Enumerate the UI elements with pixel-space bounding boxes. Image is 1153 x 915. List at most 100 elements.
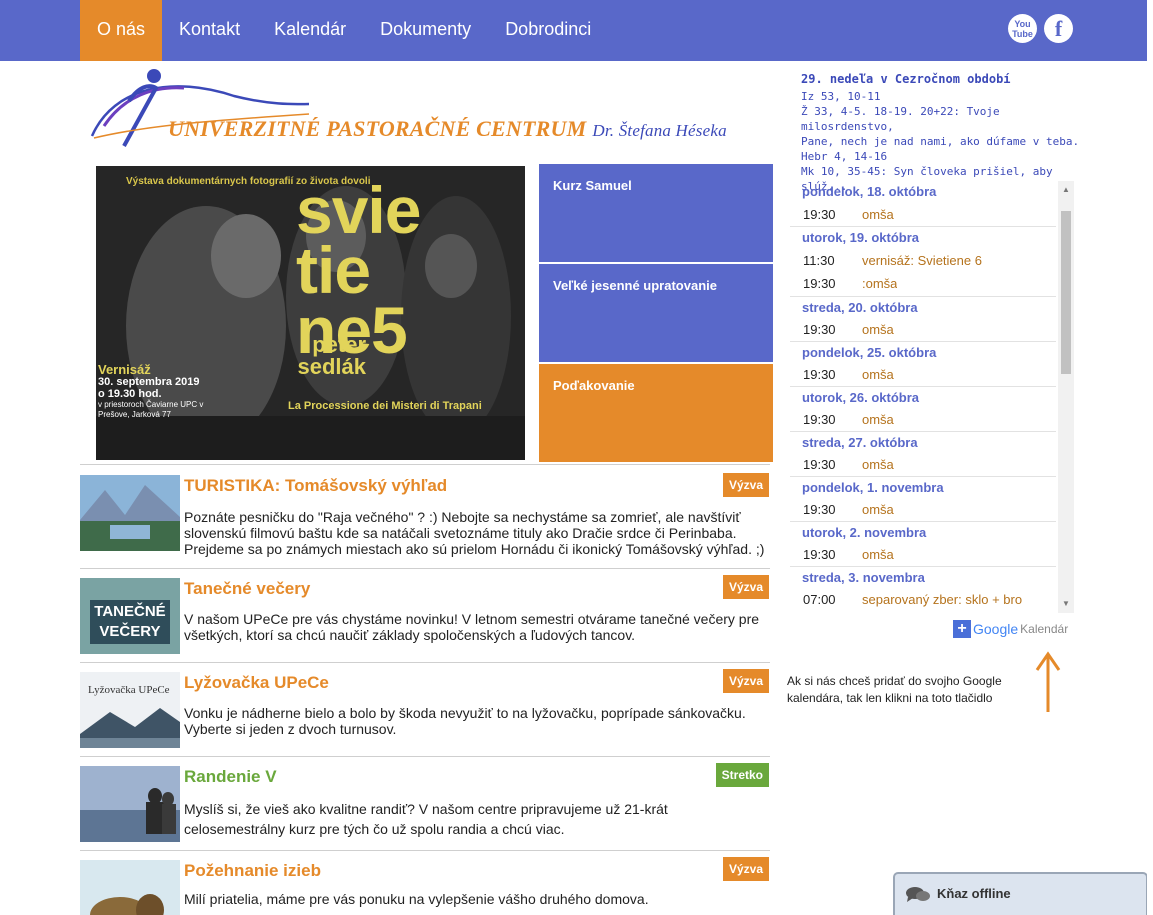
event-name: vernisáž: Svietiene 6 (862, 253, 982, 268)
event-name: omša (862, 547, 894, 562)
chat-status-label: Kňaz offline (937, 886, 1011, 901)
logo-subtitle: Dr. Štefana Héseka (592, 121, 727, 140)
article-badge[interactable]: Výzva (722, 473, 769, 497)
event-time: 19:30 (803, 412, 836, 427)
google-calendar-button[interactable]: + Google Kalendár (953, 619, 1068, 639)
youtube-icon[interactable]: You Tube (1008, 14, 1037, 43)
calendar-list: pondelok, 18. októbra 19:30 omša utorok, … (790, 181, 1056, 611)
exhibition-poster[interactable]: Výstava dokumentárnych fotografií zo živ… (96, 166, 525, 460)
poster-vernisaz-label: Vernisáž (98, 362, 151, 377)
scroll-up-arrow-icon[interactable]: ▲ (1058, 183, 1074, 197)
site-logo[interactable]: Univerzitné Pastoračné Centrum Dr. Štefan… (84, 66, 727, 156)
google-label: Google (973, 621, 1019, 637)
chat-bubbles-icon (906, 887, 930, 902)
event-time: 07:00 (803, 592, 836, 607)
article-item: Randenie V Stretko Myslíš si, že vieš ak… (80, 756, 770, 850)
couple-at-sea-image (80, 766, 180, 842)
article-badge[interactable]: Výzva (722, 857, 769, 881)
event-name: omša (862, 367, 894, 382)
event-name: omša (862, 412, 894, 427)
article-item: TANEČNÉ VEČERY Tanečné večery Výzva V na… (80, 568, 770, 662)
logo-title: Univerzitné Pastoračné Centrum (168, 116, 587, 141)
nav-item-kontakt[interactable]: Kontakt (162, 0, 257, 61)
event-time: 19:30 (803, 547, 836, 562)
kalendar-label: Kalendár (1020, 622, 1069, 636)
calendar-event[interactable]: 19:30 omša (790, 454, 1056, 476)
article-badge[interactable]: Výzva (722, 575, 769, 599)
calendar-event[interactable]: 19:30 omša (790, 409, 1056, 431)
page-right-edge (1147, 0, 1153, 915)
nav-item-dobrodinci[interactable]: Dobrodinci (488, 0, 608, 61)
mountain-lake-image (80, 475, 180, 551)
poster-subtitle: La Processione dei Misteri di Trapani (288, 400, 482, 412)
page: O nás Kontakt Kalendár Dokumenty Dobrodi… (0, 0, 1153, 915)
calendar-event[interactable]: 19:30 omša (790, 319, 1056, 341)
calendar-event[interactable]: 19:30 omša (790, 204, 1056, 226)
calendar-event[interactable]: 07:00 separovaný zber: sklo + bro (790, 589, 1056, 611)
article-title[interactable]: Požehnanie izieb (184, 861, 321, 881)
calendar-day: streda, 20. októbra (790, 296, 1056, 319)
article-image-dance[interactable]: TANEČNÉ VEČERY (80, 578, 180, 654)
arrow-up-icon (1035, 651, 1061, 712)
article-text: Vonku je nádherne bielo a bolo by škoda … (184, 705, 746, 737)
calendar-hint: Ak si nás chceš pridať do svojho Google … (787, 674, 1002, 705)
events-calendar: pondelok, 18. októbra 19:30 omša utorok, … (790, 181, 1074, 613)
article-image-room[interactable] (80, 860, 180, 915)
calendar-day: utorok, 2. novembra (790, 521, 1056, 544)
article-title[interactable]: Randenie V (184, 767, 277, 787)
calendar-event[interactable]: 19:30 omša (790, 499, 1056, 521)
article-item: Požehnanie izieb Výzva Milí priatelia, m… (80, 850, 770, 915)
article-item: TURISTIKA: Tomášovský výhľad Výzva Pozná… (80, 464, 770, 568)
main-menu: O nás Kontakt Kalendár Dokumenty Dobrodi… (80, 0, 608, 61)
poster-date: 30. septembra 2019 (98, 376, 200, 388)
logo-swoosh-icon (90, 69, 310, 147)
nav-item-o-nas[interactable]: O nás (80, 0, 163, 61)
tile-kurz-samuel[interactable]: Kurz Samuel (539, 164, 773, 262)
scroll-down-arrow-icon[interactable]: ▼ (1058, 597, 1074, 611)
dance-image-label: TANEČNÉ VEČERY (90, 600, 170, 644)
calendar-event[interactable]: 19:30 omša (790, 364, 1056, 386)
liturgy-line: Pane, nech je nad nami, ako dúfame v teb… (801, 135, 1080, 148)
article-badge[interactable]: Stretko (715, 763, 769, 787)
event-time: 11:30 (803, 253, 835, 268)
snowy-mountain-image (80, 708, 180, 748)
article-title[interactable]: Tanečné večery (184, 579, 310, 599)
article-image-couple[interactable] (80, 766, 180, 842)
article-text: Milí priatelia, máme pre vás ponuku na v… (184, 891, 649, 907)
event-name: omša (862, 207, 894, 222)
logo-text: Univerzitné Pastoračné Centrum Dr. Štefan… (168, 116, 727, 142)
liturgy-line: Hebr 4, 14-16 (801, 150, 888, 163)
liturgy-line: Ž 33, 4-5. 18-19. 20+22: Tvoje milosrden… (801, 105, 1000, 133)
scrollbar-thumb[interactable] (1061, 211, 1071, 374)
poster-place: v priestoroch Čaviarne UPC v Prešove, Ja… (98, 400, 204, 419)
tile-podakovanie[interactable]: Poďakovanie (539, 364, 773, 462)
calendar-day: streda, 27. októbra (790, 431, 1056, 454)
chat-widget[interactable]: Kňaz offline (893, 872, 1148, 915)
event-name: omša (862, 457, 894, 472)
article-title[interactable]: TURISTIKA: Tomášovský výhľad (184, 476, 447, 496)
plus-icon: + (953, 620, 971, 638)
facebook-icon[interactable]: f (1044, 14, 1073, 43)
article-title[interactable]: Lyžovačka UPeCe (184, 673, 329, 693)
article-image-ski[interactable]: Lyžovačka UPeCe (80, 672, 180, 748)
nav-item-kalendar[interactable]: Kalendár (257, 0, 363, 61)
article-badge[interactable]: Výzva (722, 669, 769, 693)
article-item: Lyžovačka UPeCe Lyžovačka UPeCe Výzva Vo… (80, 662, 770, 756)
calendar-day: pondelok, 1. novembra (790, 476, 1056, 499)
event-time: 19:30 (803, 367, 836, 382)
event-time: 19:30 (803, 502, 836, 517)
article-text: Myslíš si, že vieš ako kvalitne randiť? … (184, 801, 668, 837)
calendar-event[interactable]: 11:30 vernisáž: Svietiene 6 (790, 249, 1056, 272)
calendar-event[interactable]: 19:30:omša (790, 272, 1056, 296)
event-time: 19:30 (803, 207, 836, 222)
calendar-event[interactable]: 19:30 omša (790, 544, 1056, 566)
article-image-mountains[interactable] (80, 475, 180, 551)
calendar-day: utorok, 19. októbra (790, 226, 1056, 249)
liturgy-title[interactable]: 29. nedeľa v Cezročnom období (801, 72, 1091, 87)
article-text: Poznáte pesničku do "Raja večného" ? :) … (184, 509, 765, 557)
calendar-scrollbar[interactable]: ▲ ▼ (1058, 181, 1074, 613)
nav-item-dokumenty[interactable]: Dokumenty (363, 0, 488, 61)
calendar-day: utorok, 26. októbra (790, 386, 1056, 409)
calendar-day: streda, 3. novembra (790, 566, 1056, 589)
tile-velke-upratovanie[interactable]: Veľké jesenné upratovanie (539, 264, 773, 362)
